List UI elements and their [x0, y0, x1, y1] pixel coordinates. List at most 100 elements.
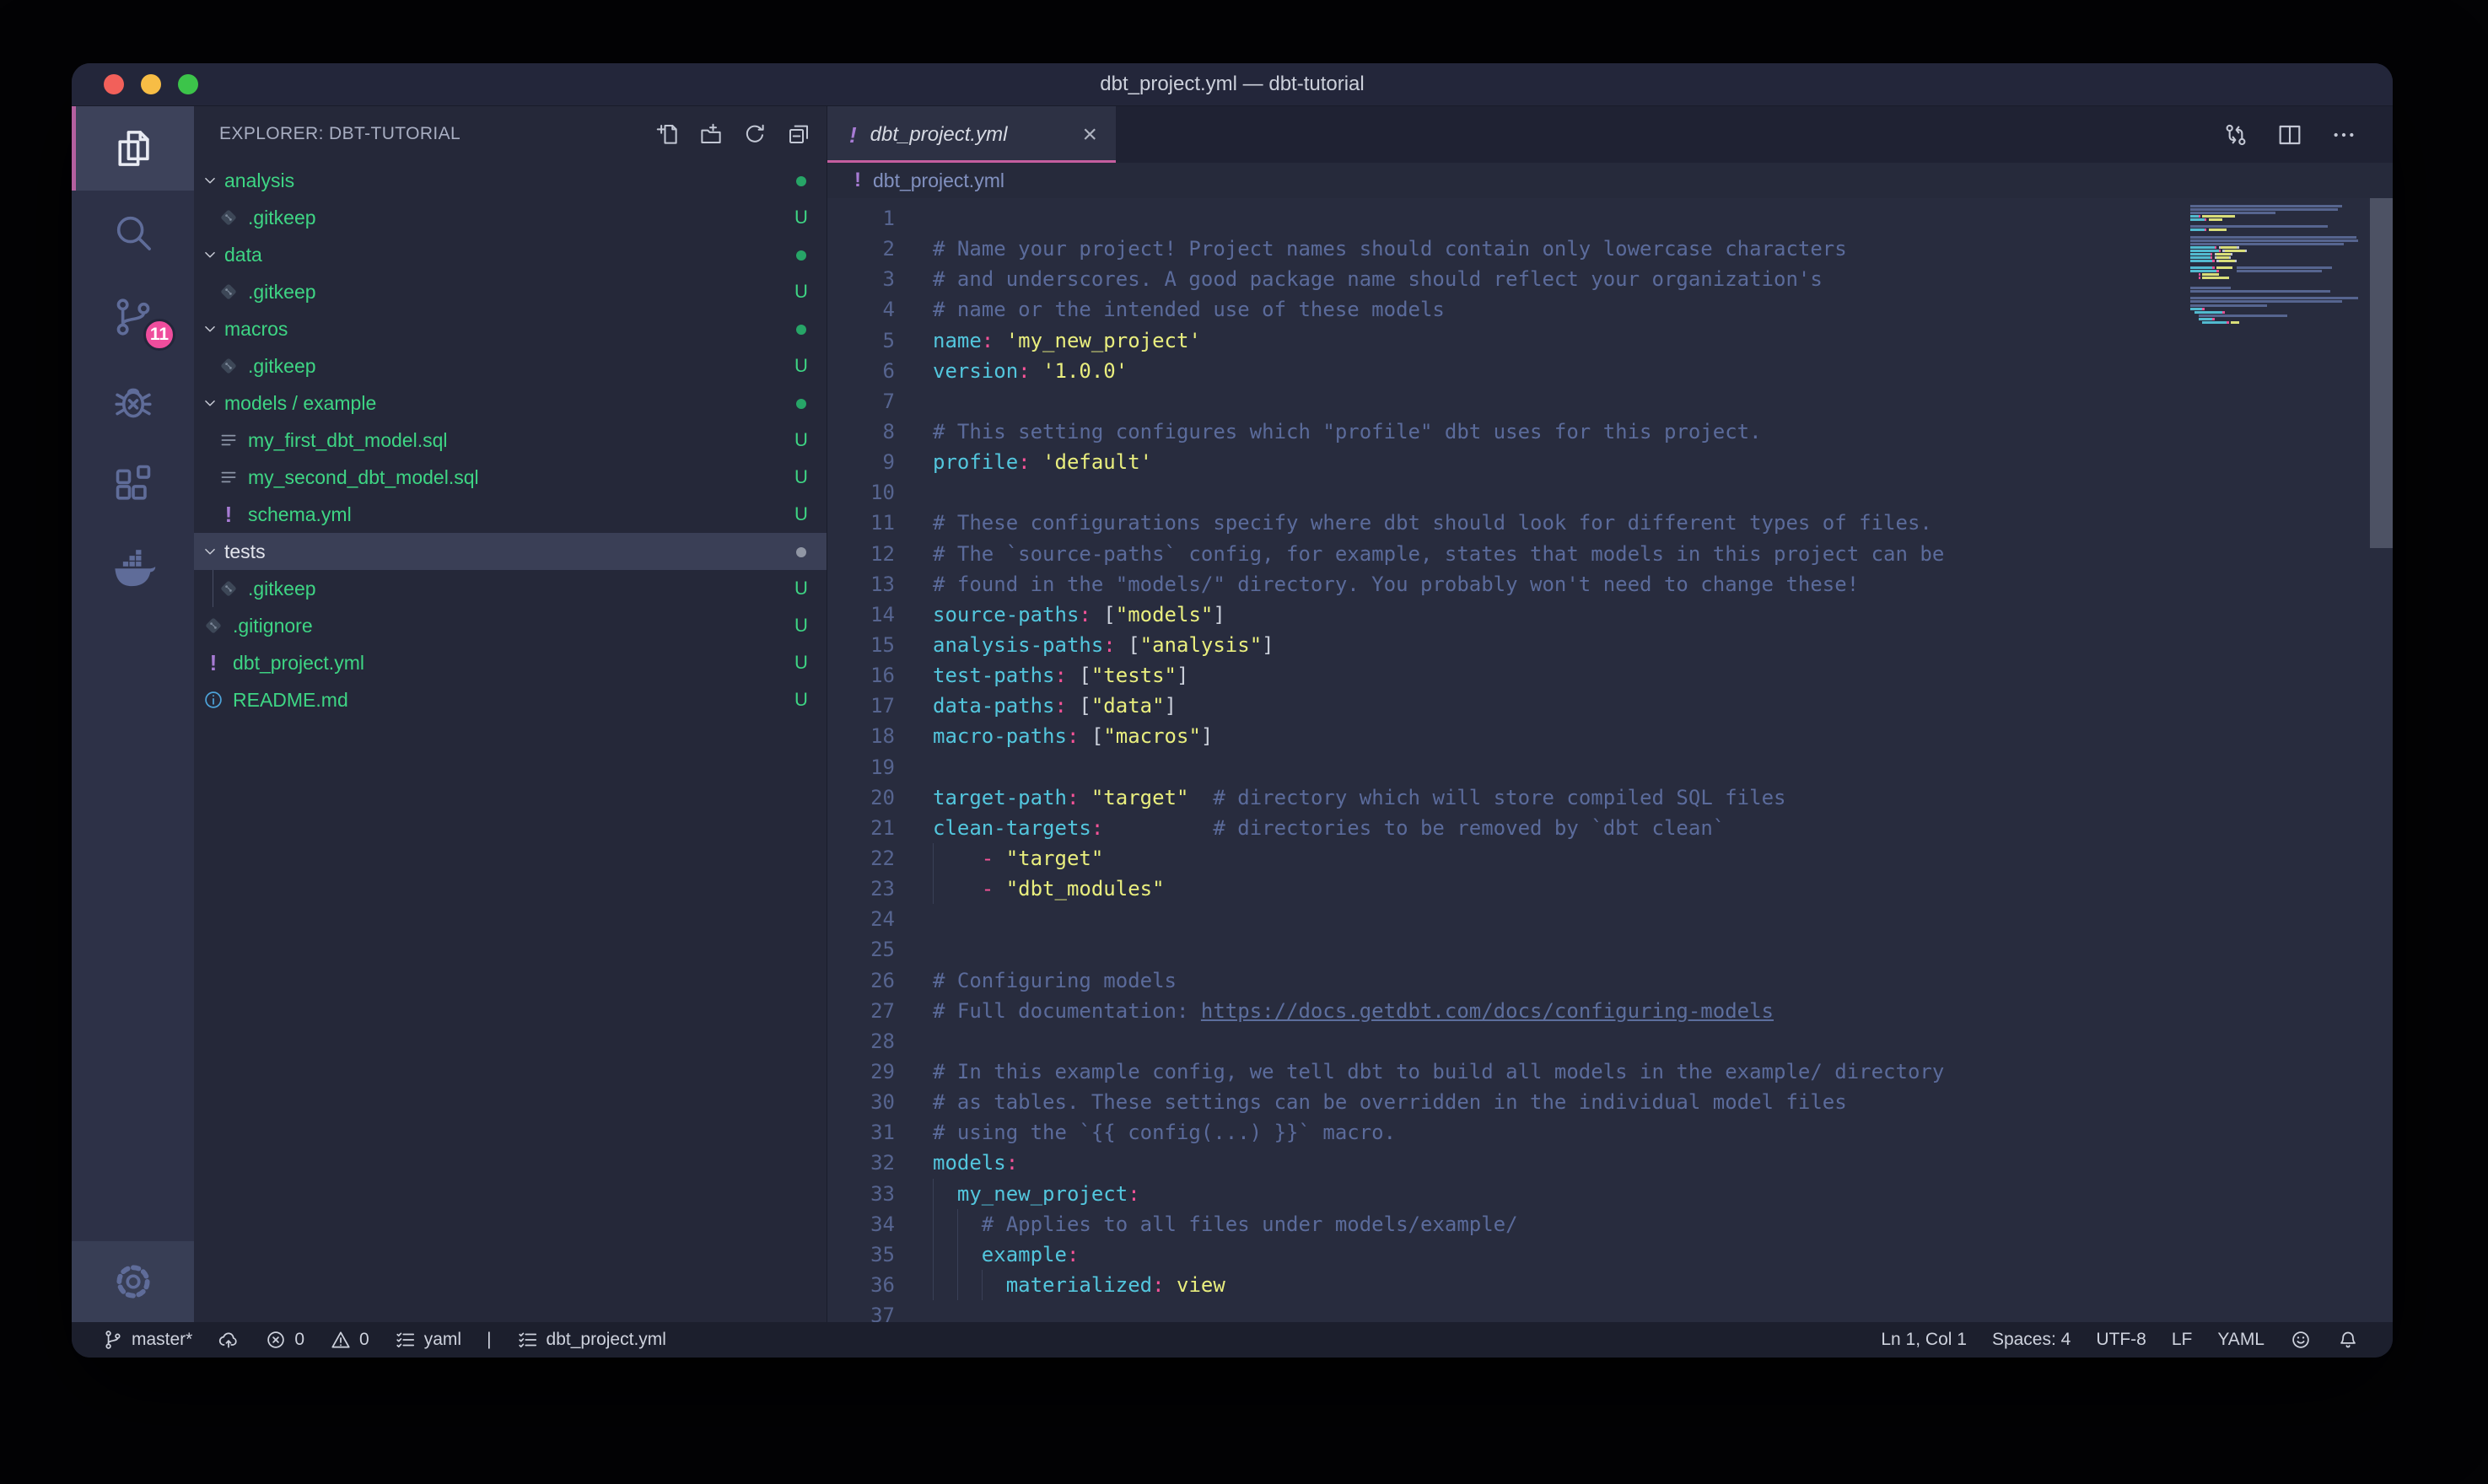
tree-item-label: my_first_dbt_model.sql: [248, 429, 776, 452]
code-line[interactable]: 5name: 'my_new_project': [827, 325, 2393, 356]
code-line[interactable]: 37: [827, 1300, 2393, 1322]
minimap[interactable]: [2187, 202, 2370, 1322]
code-line[interactable]: 27# Full documentation: https://docs.get…: [827, 996, 2393, 1026]
tree-item-schema-yml[interactable]: !schema.ymlU: [194, 496, 827, 533]
code-line[interactable]: 15analysis-paths: ["analysis"]: [827, 630, 2393, 660]
close-tab-icon[interactable]: ×: [1082, 122, 1097, 148]
scrollbar-thumb[interactable]: [2370, 198, 2393, 548]
status-language-mode[interactable]: YAML: [2217, 1330, 2265, 1350]
activity-item-extensions[interactable]: [72, 444, 194, 528]
status-yaml-schema[interactable]: yaml: [395, 1329, 461, 1351]
status-file-schema[interactable]: dbt_project.yml: [517, 1329, 666, 1351]
code-editor[interactable]: 12# Name your project! Project names sho…: [827, 198, 2393, 1322]
open-changes-button[interactable]: [2222, 121, 2249, 148]
minimize-window-button[interactable]: [141, 74, 161, 94]
code-line[interactable]: 11# These configurations specify where d…: [827, 508, 2393, 538]
status-cursor-position[interactable]: Ln 1, Col 1: [1881, 1330, 1967, 1350]
status-indentation[interactable]: Spaces: 4: [1992, 1330, 2071, 1350]
breadcrumb[interactable]: ! dbt_project.yml: [827, 163, 2393, 198]
minimap-line: [2190, 229, 2227, 231]
code-line[interactable]: 20target-path: "target" # directory whic…: [827, 782, 2393, 813]
tree-item-gitkeep[interactable]: .gitkeepU: [194, 273, 827, 310]
code-line[interactable]: 10: [827, 477, 2393, 508]
minimap-line: [2190, 236, 2356, 239]
code-line[interactable]: 31# using the `{{ config(...) }}` macro.: [827, 1117, 2393, 1148]
code-line[interactable]: 25: [827, 934, 2393, 965]
status-warnings[interactable]: 0: [330, 1329, 369, 1351]
new-folder-button[interactable]: [697, 120, 725, 148]
tree-item-dbt-project-yml[interactable]: !dbt_project.ymlU: [194, 644, 827, 681]
code-line-content: # name or the intended use of these mode…: [933, 294, 1445, 325]
code-line[interactable]: 29# In this example config, we tell dbt …: [827, 1057, 2393, 1087]
code-line[interactable]: 1: [827, 203, 2393, 234]
collapse-all-button[interactable]: [784, 120, 813, 148]
tree-item-gitignore[interactable]: .gitignoreU: [194, 607, 827, 644]
activity-item-debug[interactable]: [72, 359, 194, 444]
status-encoding[interactable]: UTF-8: [2096, 1330, 2146, 1350]
tree-item-macros[interactable]: macros: [194, 310, 827, 347]
code-line[interactable]: 12# The `source-paths` config, for examp…: [827, 539, 2393, 569]
status-feedback[interactable]: [2290, 1329, 2312, 1351]
code-line[interactable]: 9profile: 'default': [827, 447, 2393, 477]
tree-item-gitkeep[interactable]: .gitkeepU: [194, 347, 827, 384]
code-line[interactable]: 3# and underscores. A good package name …: [827, 264, 2393, 294]
minimap-line: [2190, 273, 2219, 276]
code-line[interactable]: 21clean-targets: # directories to be rem…: [827, 813, 2393, 843]
activity-item-settings[interactable]: [72, 1241, 194, 1322]
tree-item-analysis[interactable]: analysis: [194, 162, 827, 199]
tree-item-my-first-dbt-model-sql[interactable]: my_first_dbt_model.sqlU: [194, 422, 827, 459]
code-line[interactable]: 14source-paths: ["models"]: [827, 600, 2393, 630]
zoom-window-button[interactable]: [178, 74, 198, 94]
code-line[interactable]: 17data-paths: ["data"]: [827, 691, 2393, 721]
status-branch[interactable]: master*: [102, 1329, 192, 1351]
close-window-button[interactable]: [104, 74, 124, 94]
tree-item-my-second-dbt-model-sql[interactable]: my_second_dbt_model.sqlU: [194, 459, 827, 496]
code-line[interactable]: 23 - "dbt_modules": [827, 874, 2393, 904]
more-actions-button[interactable]: [2330, 121, 2357, 148]
code-line[interactable]: 32models:: [827, 1148, 2393, 1178]
code-line[interactable]: 16test-paths: ["tests"]: [827, 660, 2393, 691]
tree-item-gitkeep[interactable]: .gitkeepU: [194, 570, 827, 607]
code-line-content: # In this example config, we tell dbt to…: [933, 1057, 1944, 1087]
status-errors[interactable]: 0: [265, 1329, 304, 1351]
code-line[interactable]: 30# as tables. These settings can be ove…: [827, 1087, 2393, 1117]
code-line[interactable]: 4# name or the intended use of these mod…: [827, 294, 2393, 325]
status-eol[interactable]: LF: [2172, 1330, 2193, 1350]
code-line[interactable]: 24: [827, 904, 2393, 934]
refresh-button[interactable]: [740, 120, 769, 148]
code-line[interactable]: 22 - "target": [827, 843, 2393, 874]
code-line[interactable]: 2# Name your project! Project names shou…: [827, 234, 2393, 264]
indent-guide: [957, 1209, 958, 1239]
code-line[interactable]: 35 example:: [827, 1239, 2393, 1270]
status-notifications[interactable]: [2337, 1329, 2359, 1351]
traffic-lights: [104, 63, 198, 105]
code-line[interactable]: 28: [827, 1026, 2393, 1057]
tree-item-readme-md[interactable]: README.mdU: [194, 681, 827, 718]
line-number: 31: [827, 1117, 895, 1148]
code-line[interactable]: 19: [827, 752, 2393, 782]
code-line[interactable]: 13# found in the "models/" directory. Yo…: [827, 569, 2393, 600]
activity-item-source-control[interactable]: 11: [72, 275, 194, 359]
split-editor-button[interactable]: [2276, 121, 2303, 148]
code-line[interactable]: 6version: '1.0.0': [827, 356, 2393, 386]
activity-item-docker[interactable]: [72, 528, 194, 612]
tree-item-models-example[interactable]: models / example: [194, 384, 827, 422]
new-file-button[interactable]: [653, 120, 681, 148]
code-line[interactable]: 18macro-paths: ["macros"]: [827, 721, 2393, 751]
extensions-icon: [110, 463, 156, 508]
code-line[interactable]: 33 my_new_project:: [827, 1179, 2393, 1209]
code-line-content: # as tables. These settings can be overr…: [933, 1087, 1847, 1117]
tree-item-data[interactable]: data: [194, 236, 827, 273]
activity-item-explorer[interactable]: [72, 106, 194, 191]
code-line[interactable]: 36 materialized: view: [827, 1270, 2393, 1300]
status-sync[interactable]: [218, 1329, 240, 1351]
activity-item-search[interactable]: [72, 191, 194, 275]
code-line[interactable]: 7: [827, 386, 2393, 417]
tree-item-gitkeep[interactable]: .gitkeepU: [194, 199, 827, 236]
code-line[interactable]: 8# This setting configures which "profil…: [827, 417, 2393, 447]
code-line[interactable]: 26# Configuring models: [827, 965, 2393, 996]
tree-item-tests[interactable]: tests: [194, 533, 827, 570]
code-line[interactable]: 34 # Applies to all files under models/e…: [827, 1209, 2393, 1239]
tab-dbt-project-yml[interactable]: ! dbt_project.yml ×: [827, 106, 1116, 163]
yaml-file-icon: !: [202, 652, 224, 674]
